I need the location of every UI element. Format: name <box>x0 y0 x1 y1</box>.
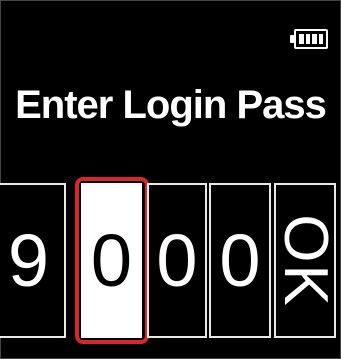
page-title: Enter Login Pass <box>15 83 327 127</box>
digit-box-1[interactable]: 9 <box>0 183 66 338</box>
digit-value: 0 <box>156 218 198 302</box>
digit-box-2[interactable]: 0 <box>81 183 142 338</box>
passcode-entry: 9 0 0 0 OK <box>0 177 341 344</box>
battery-cell <box>312 34 317 44</box>
ok-label: OK <box>271 213 340 308</box>
battery-cell <box>305 34 310 44</box>
battery-shell <box>294 29 328 49</box>
battery-full-icon <box>290 29 330 49</box>
digit-box-3[interactable]: 0 <box>147 183 207 338</box>
battery-cell <box>318 34 323 44</box>
digit-value: 0 <box>90 218 133 302</box>
battery-cell <box>299 34 304 44</box>
device-screen: Enter Login Pass 9 0 0 0 OK <box>0 0 341 359</box>
ok-button[interactable]: OK <box>271 183 340 338</box>
battery-cells <box>299 34 323 44</box>
digit-value: 9 <box>7 218 50 302</box>
digit-box-4[interactable]: 0 <box>209 183 271 338</box>
digit-value: 0 <box>219 218 261 302</box>
